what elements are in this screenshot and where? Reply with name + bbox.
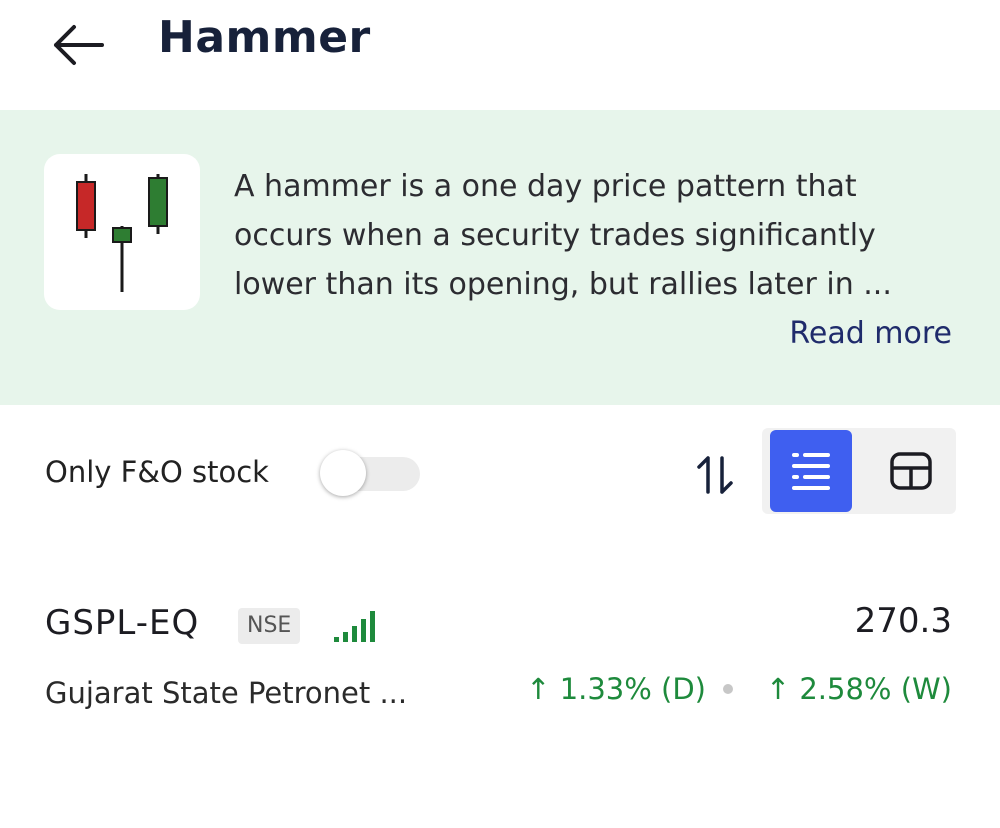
description-line: occurs when a security trades significan… [234,218,876,253]
week-change: ↑ 2.58% (W) [766,672,952,706]
back-button[interactable] [48,20,108,70]
view-mode-switch [762,428,956,514]
stock-symbol: GSPL-EQ [45,603,200,643]
pattern-info-panel: A hammer is a one day price pattern that… [0,110,1000,405]
signal-strength-icon [334,611,375,642]
day-change: ↑ 1.33% (D) [526,672,706,706]
week-change-value: 2.58% (W) [799,672,952,706]
stock-price: 270.3 [854,601,952,641]
arrow-up-icon: ↑ [526,672,551,706]
arrow-up-icon: ↑ [765,672,791,706]
day-change-value: 1.33% (D) [559,672,706,706]
card-view-icon [890,452,932,490]
pattern-description: A hammer is a one day price pattern that… [234,162,974,309]
sort-button[interactable] [692,452,738,498]
description-line: lower than its opening, but rallies late… [234,267,892,302]
fo-filter-label: Only F&O stock [45,455,269,489]
toggle-knob [320,450,366,496]
candlestick-hammer-icon [76,174,168,292]
page-title: Hammer [158,12,371,63]
sort-up-down-icon [697,456,733,494]
separator-dot [723,684,733,694]
description-line: A hammer is a one day price pattern that [234,169,857,204]
exchange-badge: NSE [238,608,301,644]
company-name: Gujarat State Petronet ... [45,676,408,710]
read-more-link[interactable]: Read more [789,316,952,351]
list-view-button[interactable] [770,430,852,512]
arrow-left-icon [54,25,104,65]
pattern-image-card [44,154,200,310]
card-view-button[interactable] [870,430,952,512]
app-header: Hammer [0,0,1000,110]
fo-stock-toggle[interactable] [320,450,422,496]
list-view-icon [792,453,830,490]
